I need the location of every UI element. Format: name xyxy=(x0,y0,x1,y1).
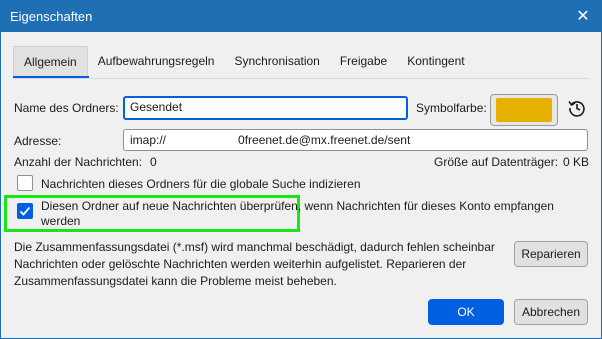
ok-button-label: OK xyxy=(457,305,475,319)
summary-text-line2: Nachrichten oder gelöschte Nachrichten w… xyxy=(14,257,467,271)
disk-size-value: 0 KB xyxy=(563,155,590,169)
title-bar: Eigenschaften ✕ xyxy=(0,0,602,32)
tab-aufbewahrungsregeln[interactable]: Aufbewahrungsregeln xyxy=(88,46,225,76)
tab-label: Synchronisation xyxy=(234,54,320,68)
window-title: Eigenschaften xyxy=(10,9,93,24)
checkmark-icon xyxy=(19,206,31,216)
check-new-label-line2[interactable]: werden xyxy=(41,214,80,228)
tab-freigabe[interactable]: Freigabe xyxy=(330,46,397,76)
tab-label: Allgemein xyxy=(24,54,77,69)
disk-size-label: Größe auf Datenträger: xyxy=(434,155,559,169)
summary-text-line3: Zusammenfassungsdatei kann die Probleme … xyxy=(14,274,337,288)
address-suffix: 0freenet.de@mx.freenet.de/sent xyxy=(238,133,411,147)
address-label: Adresse: xyxy=(14,134,62,148)
address-prefix: imap:// xyxy=(130,133,167,147)
tab-kontingent[interactable]: Kontingent xyxy=(397,46,474,76)
check-new-checkbox[interactable] xyxy=(17,203,33,219)
folder-name-value: Gesendet xyxy=(130,100,183,114)
folder-name-field[interactable]: Gesendet xyxy=(123,96,408,120)
tab-allgemein[interactable]: Allgemein xyxy=(13,46,88,76)
tab-separator xyxy=(13,78,589,79)
message-count-value: 0 xyxy=(150,155,157,169)
properties-dialog: Allgemein Aufbewahrungsregeln Synchronis… xyxy=(0,32,602,339)
symbol-color-button[interactable] xyxy=(490,94,558,126)
summary-text-line1: Die Zusammenfassungsdatei (*.msf) wird m… xyxy=(14,240,495,254)
folder-name-label: Name des Ordners: xyxy=(14,101,119,115)
symbol-color-label: Symbolfarbe: xyxy=(416,101,487,115)
tab-label: Freigabe xyxy=(339,54,388,68)
close-icon[interactable]: ✕ xyxy=(572,6,594,26)
check-new-label-line1[interactable]: Diesen Ordner auf neue Nachrichten überp… xyxy=(41,199,554,213)
ok-button[interactable]: OK xyxy=(428,299,504,325)
index-checkbox-label[interactable]: Nachrichten dieses Ordners für die globa… xyxy=(41,177,361,191)
reset-color-icon[interactable] xyxy=(567,98,587,118)
repair-button[interactable]: Reparieren xyxy=(514,241,588,267)
tab-synchronisation[interactable]: Synchronisation xyxy=(224,46,329,76)
message-count-label: Anzahl der Nachrichten: xyxy=(14,155,143,169)
cancel-button[interactable]: Abbrechen xyxy=(514,299,588,325)
repair-button-label: Reparieren xyxy=(521,247,581,261)
color-swatch xyxy=(496,98,552,122)
tab-label: Aufbewahrungsregeln xyxy=(97,54,215,68)
cancel-button-label: Abbrechen xyxy=(521,305,581,319)
address-field[interactable]: imap:// 0freenet.de@mx.freenet.de/sent xyxy=(123,129,588,151)
tab-strip: Allgemein Aufbewahrungsregeln Synchronis… xyxy=(13,46,475,76)
index-checkbox[interactable] xyxy=(17,175,33,191)
redacted-area xyxy=(166,134,239,147)
tab-label: Kontingent xyxy=(407,54,465,68)
